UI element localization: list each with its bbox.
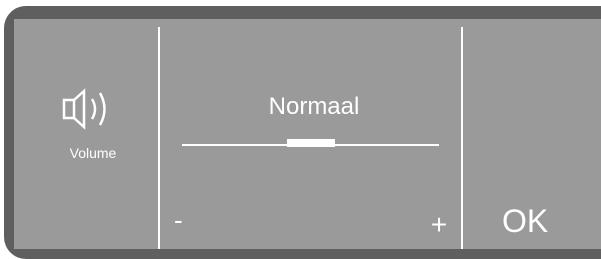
display-screen: Volume Normaal - + OK bbox=[14, 19, 601, 249]
volume-slider-knob[interactable] bbox=[287, 139, 335, 147]
device-bezel: Volume Normaal - + OK bbox=[0, 0, 601, 259]
volume-value-label: Normaal bbox=[268, 93, 360, 120]
increase-button[interactable]: + bbox=[424, 209, 454, 245]
ok-button[interactable]: OK bbox=[502, 203, 572, 243]
speaker-icon bbox=[62, 88, 106, 130]
decrease-button[interactable]: - bbox=[174, 205, 204, 241]
left-divider bbox=[158, 27, 160, 249]
right-divider bbox=[461, 27, 463, 249]
volume-label: Volume bbox=[69, 145, 117, 161]
